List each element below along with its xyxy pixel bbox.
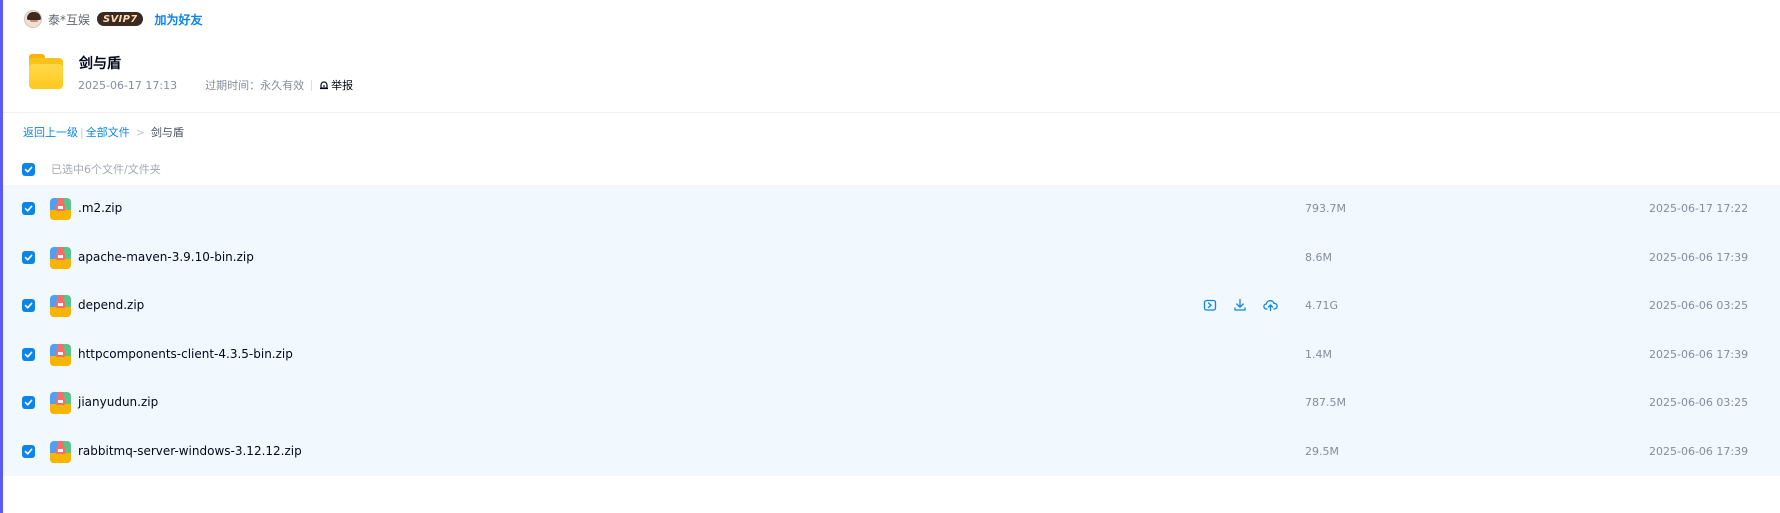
zip-file-icon	[50, 392, 71, 414]
file-date: 2025-06-17 17:22	[1649, 202, 1749, 215]
file-date: 2025-06-06 17:39	[1649, 347, 1749, 361]
check-icon	[24, 302, 33, 309]
file-name[interactable]: httpcomponents-client-4.3.5-bin.zip	[78, 347, 293, 361]
check-icon	[24, 205, 33, 212]
file-size: 793.7M	[1305, 202, 1346, 215]
sharer-name[interactable]: 泰*互娱	[48, 11, 90, 28]
file-list: .m2.zip 793.7M 2025-06-17 17:22 apache-mave…	[3, 185, 1780, 476]
breadcrumb: 返回上一级 | 全部文件 > 剑与盾	[23, 124, 184, 140]
current-folder: 剑与盾	[150, 126, 184, 139]
file-name[interactable]: rabbitmq-server-windows-3.12.12.zip	[78, 444, 302, 458]
file-checkbox[interactable]	[22, 299, 35, 312]
folder-icon	[28, 49, 66, 91]
file-checkbox[interactable]	[22, 202, 35, 215]
file-size: 4.71G	[1305, 299, 1339, 312]
file-row[interactable]: httpcomponents-client-4.3.5-bin.zip 1.4M 2…	[3, 331, 1780, 380]
save-to-drive-icon[interactable]	[1201, 296, 1219, 314]
zip-file-icon	[50, 295, 71, 317]
select-all-checkbox[interactable]	[22, 162, 35, 176]
breadcrumb-separator: |	[80, 125, 84, 139]
check-icon	[24, 448, 33, 455]
share-meta: 2025-06-17 17:13 过期时间：永久有效 举报	[78, 77, 353, 93]
file-date: 2025-06-06 03:25	[1649, 299, 1749, 312]
file-size: 1.4M	[1305, 347, 1332, 361]
header-divider	[3, 112, 1780, 113]
file-size: 29.5M	[1305, 444, 1339, 458]
add-friend-link[interactable]: 加为好友	[154, 11, 202, 28]
check-icon	[24, 399, 33, 406]
file-date: 2025-06-06 17:39	[1649, 250, 1749, 264]
expire-time: 过期时间：永久有效	[205, 79, 305, 92]
meta-divider	[190, 80, 191, 91]
file-row[interactable]: depend.zip 4.71G 2025-06-06 03:25	[3, 282, 1780, 331]
select-all-bar: 已选中6个文件/文件夹	[22, 161, 161, 177]
cloud-upload-icon[interactable]	[1261, 296, 1279, 314]
file-row[interactable]: rabbitmq-server-windows-3.12.12.zip 29.5M…	[3, 428, 1780, 477]
file-name[interactable]: apache-maven-3.9.10-bin.zip	[78, 250, 254, 264]
avatar[interactable]	[24, 10, 42, 28]
file-name[interactable]: depend.zip	[78, 298, 144, 312]
file-name[interactable]: .m2.zip	[78, 201, 122, 215]
all-files-link[interactable]: 全部文件	[86, 124, 130, 140]
zip-file-icon	[50, 440, 71, 463]
check-icon	[24, 166, 33, 173]
breadcrumb-separator: >	[135, 125, 145, 139]
row-actions	[1201, 296, 1291, 314]
file-size: 787.5M	[1305, 396, 1346, 409]
file-date: 2025-06-06 03:25	[1649, 396, 1749, 409]
file-row[interactable]: jianyudun.zip 787.5M 2025-06-06 03:25	[3, 379, 1780, 428]
file-row[interactable]: apache-maven-3.9.10-bin.zip 8.6M 2025-06-0…	[3, 234, 1780, 283]
sharer-info: 泰*互娱 SVIP7 加为好友	[24, 10, 202, 28]
zip-file-icon	[50, 246, 71, 269]
check-icon	[24, 254, 33, 261]
file-size: 8.6M	[1305, 250, 1332, 264]
file-checkbox[interactable]	[22, 396, 35, 409]
report-icon	[320, 81, 329, 90]
vip-badge: SVIP7	[97, 12, 144, 26]
share-date: 2025-06-17 17:13	[78, 78, 178, 92]
download-icon[interactable]	[1231, 296, 1249, 314]
selection-summary: 已选中6个文件/文件夹	[51, 163, 161, 176]
report-button[interactable]: 举报	[319, 77, 353, 93]
file-checkbox[interactable]	[22, 444, 35, 458]
zip-file-icon	[50, 198, 71, 220]
meta-divider	[311, 79, 313, 91]
file-checkbox[interactable]	[22, 347, 35, 361]
back-link[interactable]: 返回上一级	[23, 124, 78, 140]
share-title: 剑与盾	[79, 56, 121, 72]
report-label: 举报	[331, 79, 354, 92]
file-name[interactable]: jianyudun.zip	[78, 395, 158, 409]
file-row[interactable]: .m2.zip 793.7M 2025-06-17 17:22	[3, 185, 1780, 234]
zip-file-icon	[50, 343, 71, 366]
check-icon	[24, 351, 33, 358]
file-date: 2025-06-06 17:39	[1649, 444, 1749, 458]
file-checkbox[interactable]	[22, 250, 35, 264]
